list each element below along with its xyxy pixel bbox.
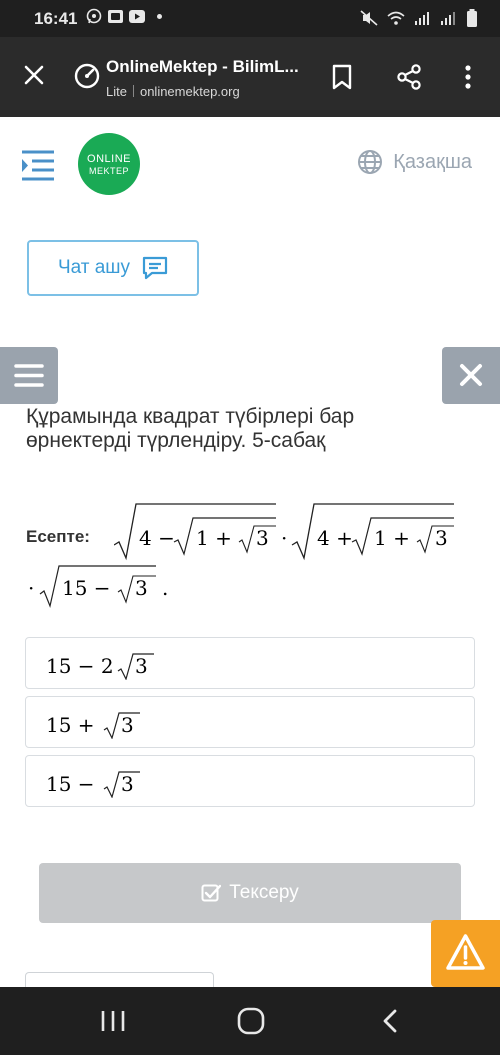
url-divider	[132, 85, 134, 97]
site-header: ONLINE MEKTEP Қазақша	[0, 117, 500, 217]
task-expression-line-1: 4 − 1 + 3 · 4 + 1 + 3	[114, 503, 454, 561]
answer-option-expression: 15 − 2 3	[46, 653, 154, 680]
mute-icon	[360, 10, 378, 26]
expr-c: 3	[256, 526, 269, 550]
expr-dot-1: ·	[281, 526, 287, 550]
home-icon[interactable]	[236, 1007, 266, 1035]
bookmark-icon[interactable]	[330, 63, 354, 91]
online-mektep-logo[interactable]: ONLINE MEKTEP	[78, 133, 140, 195]
check-answer-button[interactable]: Тексеру	[39, 863, 461, 923]
youtube-icon	[129, 9, 145, 23]
answer-option[interactable]: 15 − 2 3	[25, 637, 475, 689]
back-icon[interactable]	[376, 1007, 406, 1035]
site-info-icon[interactable]	[72, 61, 102, 91]
lite-mode-label: Lite	[106, 84, 127, 99]
status-bar: 16:41	[0, 0, 500, 37]
answer-option[interactable]: 15 + 3	[25, 696, 475, 748]
answer-option[interactable]: 15 − 3	[25, 755, 475, 807]
wifi-icon	[387, 11, 405, 25]
expr-h: 15 −	[62, 576, 111, 600]
close-icon	[460, 364, 482, 386]
expr-a: 4 −	[139, 526, 175, 550]
task-expression-line-2: · 15 − 3 .	[28, 565, 168, 609]
system-navigation-bar	[0, 987, 500, 1055]
option-prefix: 15 −	[46, 772, 95, 796]
report-error-button[interactable]	[431, 920, 500, 987]
language-selector[interactable]: Қазақша	[357, 149, 472, 175]
expr-g: ·	[28, 576, 34, 600]
option-radicand: 3	[121, 713, 134, 737]
status-left-icons	[86, 8, 162, 24]
globe-icon	[358, 150, 383, 174]
warning-icon	[446, 934, 485, 970]
logo-line-2: MEKTEP	[88, 166, 129, 176]
lesson-title: Құрамында квадрат түбірлері бар өрнектер…	[26, 405, 355, 452]
battery-icon	[467, 9, 477, 27]
expr-b: 1 +	[196, 526, 232, 550]
mail-icon	[108, 9, 123, 23]
signal-icon	[441, 12, 455, 25]
signal-icon	[415, 12, 429, 25]
share-icon[interactable]	[396, 63, 422, 91]
more-options-icon[interactable]	[460, 63, 476, 91]
language-label: Қазақша	[393, 150, 472, 173]
logo-line-1: ONLINE	[87, 153, 131, 165]
page-url: Lite onlinemektep.org	[106, 84, 240, 99]
lesson-menu-button[interactable]	[0, 347, 58, 404]
task: Есепте: 4 − 1 + 3 · 4 + 1 + 3 · 15 − 3 .	[26, 500, 476, 610]
expr-d: 4 +	[317, 526, 353, 550]
close-panel-button[interactable]	[442, 347, 500, 404]
option-radicand: 3	[135, 654, 148, 678]
hamburger-icon	[14, 364, 44, 387]
checkbox-check-icon	[201, 884, 222, 902]
close-icon[interactable]	[20, 61, 48, 89]
answer-option-expression: 15 + 3	[46, 712, 140, 739]
notification-dot	[157, 13, 162, 19]
recent-apps-icon[interactable]	[98, 1007, 128, 1035]
page-title: OnlineMektep - BilimL...	[106, 57, 299, 76]
expr-f: 3	[435, 526, 448, 550]
menu-toggle-icon[interactable]	[20, 149, 56, 181]
option-radicand: 3	[121, 772, 134, 796]
option-prefix: 15 +	[46, 713, 95, 737]
expr-end: .	[162, 576, 168, 600]
answer-option-expression: 15 − 3	[46, 771, 140, 798]
browser-toolbar: OnlineMektep - BilimL... Lite onlinemekte…	[0, 37, 500, 117]
option-prefix: 15 − 2	[46, 654, 114, 678]
url-text: onlinemektep.org	[139, 84, 240, 99]
status-time: 16:41	[34, 9, 78, 28]
chat-bubble-icon	[142, 256, 168, 280]
task-label: Есепте:	[26, 527, 90, 546]
open-chat-label: Чат ашу	[57, 257, 131, 278]
open-chat-button[interactable]: Чат ашу	[27, 240, 199, 296]
expr-i: 3	[135, 576, 148, 600]
whatsapp-icon	[86, 8, 102, 24]
status-right-icons	[360, 9, 478, 27]
expr-e: 1 +	[374, 526, 410, 550]
check-answer-label: Тексеру	[229, 882, 299, 903]
